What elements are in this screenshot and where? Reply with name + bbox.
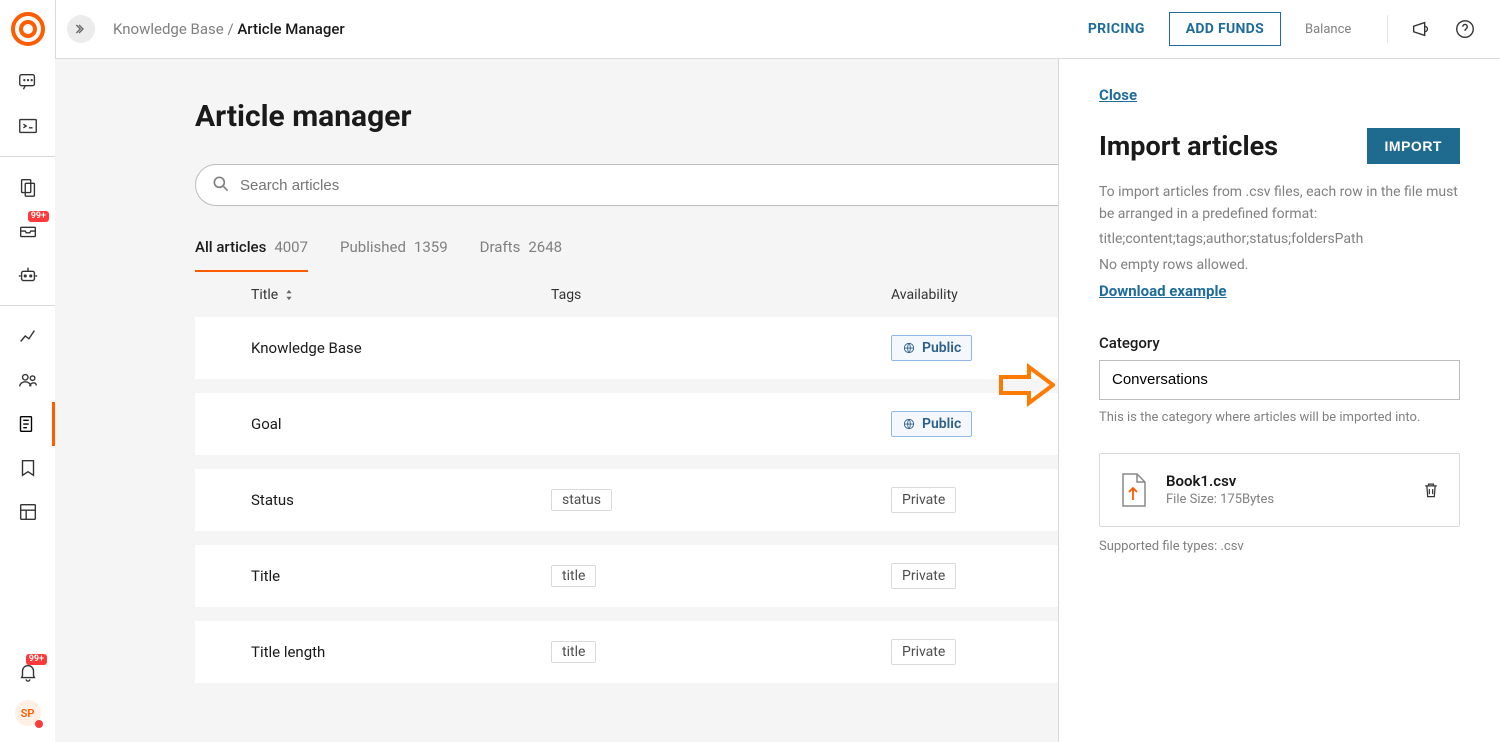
panel-title: Import articles bbox=[1099, 130, 1278, 162]
help-icon[interactable] bbox=[1454, 18, 1476, 40]
rail-bell-badge: 99+ bbox=[26, 654, 47, 665]
col-header-availability[interactable]: Availability bbox=[891, 287, 958, 303]
col-header-title[interactable]: Title bbox=[251, 287, 278, 303]
availability-badge: Private bbox=[891, 487, 956, 513]
rail-bot-icon[interactable] bbox=[0, 253, 55, 297]
search-icon bbox=[211, 174, 231, 194]
tab-all-articles[interactable]: All articles4007 bbox=[195, 238, 308, 272]
rail-layout-icon[interactable] bbox=[0, 490, 55, 534]
delete-file-button[interactable] bbox=[1421, 479, 1441, 501]
tab-published[interactable]: Published1359 bbox=[340, 238, 448, 272]
download-example-link[interactable]: Download example bbox=[1099, 282, 1227, 300]
brand-logo-icon bbox=[11, 12, 45, 46]
rail-inbox-badge: 99+ bbox=[28, 211, 49, 222]
panel-close-link[interactable]: Close bbox=[1099, 86, 1137, 104]
col-header-tags[interactable]: Tags bbox=[551, 287, 581, 303]
availability-badge: Private bbox=[891, 639, 956, 665]
left-rail: 99+ 99+ SP bbox=[0, 0, 56, 742]
import-button[interactable]: IMPORT bbox=[1367, 128, 1460, 164]
file-name: Book1.csv bbox=[1166, 472, 1274, 490]
breadcrumb-current: Article Manager bbox=[237, 20, 344, 38]
rail-bookmark-icon[interactable] bbox=[0, 446, 55, 490]
top-bar: Knowledge Base / Article Manager PRICING… bbox=[55, 0, 1500, 59]
import-panel: Close Import articles IMPORT To import a… bbox=[1058, 59, 1500, 742]
tag-chip: title bbox=[551, 565, 596, 587]
panel-desc-line3: No empty rows allowed. bbox=[1099, 255, 1460, 277]
availability-badge: Public bbox=[891, 335, 972, 361]
add-funds-button[interactable]: ADD FUNDS bbox=[1169, 12, 1281, 46]
balance-label: Balance bbox=[1305, 22, 1365, 37]
panel-desc-line2: title;content;tags;author;status;folders… bbox=[1099, 229, 1460, 251]
sort-icon bbox=[284, 289, 294, 301]
panel-desc-line1: To import articles from .csv files, each… bbox=[1099, 182, 1460, 225]
rail-terminal-icon[interactable] bbox=[0, 104, 55, 148]
breadcrumb: Knowledge Base / Article Manager bbox=[113, 20, 345, 38]
pricing-link[interactable]: PRICING bbox=[1088, 21, 1145, 37]
user-avatar[interactable]: SP bbox=[15, 700, 41, 726]
row-title: Knowledge Base bbox=[251, 339, 551, 357]
rail-analytics-icon[interactable] bbox=[0, 314, 55, 358]
rail-notifications-icon[interactable]: 99+ bbox=[0, 650, 55, 694]
tag-chip: status bbox=[551, 489, 612, 511]
availability-badge: Public bbox=[891, 411, 972, 437]
rail-knowledge-base-icon[interactable] bbox=[0, 402, 55, 446]
rail-team-icon[interactable] bbox=[0, 358, 55, 402]
category-input[interactable] bbox=[1099, 360, 1460, 400]
tab-drafts[interactable]: Drafts2648 bbox=[480, 238, 562, 272]
category-label: Category bbox=[1099, 334, 1460, 352]
supported-types-hint: Supported file types: .csv bbox=[1099, 539, 1460, 554]
availability-badge: Private bbox=[891, 563, 956, 589]
file-size: File Size: 175Bytes bbox=[1166, 492, 1274, 507]
row-title: Title bbox=[251, 567, 551, 585]
breadcrumb-parent[interactable]: Knowledge Base bbox=[113, 20, 224, 38]
row-title: Status bbox=[251, 491, 551, 509]
user-status-dot bbox=[35, 720, 43, 728]
row-title: Goal bbox=[251, 415, 551, 433]
category-hint: This is the category where articles will… bbox=[1099, 410, 1460, 425]
file-upload-icon bbox=[1118, 472, 1148, 508]
tag-chip: title bbox=[551, 641, 596, 663]
uploaded-file-card: Book1.csv File Size: 175Bytes bbox=[1099, 453, 1460, 527]
announcements-icon[interactable] bbox=[1410, 18, 1432, 40]
user-avatar-initials: SP bbox=[21, 707, 35, 720]
collapse-sidebar-button[interactable] bbox=[67, 15, 95, 43]
rail-inbox-icon[interactable]: 99+ bbox=[0, 209, 55, 253]
rail-chat-icon[interactable] bbox=[0, 60, 55, 104]
rail-clipboard-icon[interactable] bbox=[0, 165, 55, 209]
row-title: Title length bbox=[251, 643, 551, 661]
